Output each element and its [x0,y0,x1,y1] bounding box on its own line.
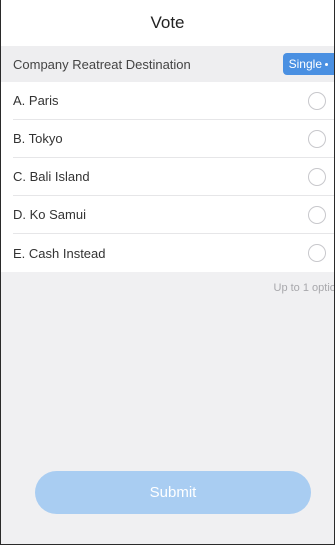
radio-icon[interactable] [308,91,326,110]
page-title: Vote [150,13,185,32]
radio-icon[interactable] [308,167,326,186]
option-item-c[interactable]: C. Bali Island [13,158,334,196]
question-text: Company Reatreat Destination [13,56,191,72]
nav-bar: Vote [1,0,334,46]
option-item-b[interactable]: B. Tokyo [13,120,334,158]
option-item-a[interactable]: A. Paris [13,82,334,120]
option-label: C. Bali Island [13,169,90,184]
radio-icon[interactable] [308,205,326,224]
option-item-d[interactable]: D. Ko Samui [13,196,334,234]
option-list: A. Paris B. Tokyo C. Bali Island D. Ko S… [1,82,334,272]
vote-type-badge: Single [282,53,334,75]
vote-screen: Vote Company Reatreat Destination Single… [0,0,335,545]
badge-dot-icon [325,62,328,66]
option-item-e[interactable]: E. Cash Instead [13,234,334,272]
selection-limit-hint: Up to 1 option [273,282,335,294]
radio-icon[interactable] [308,129,326,148]
radio-icon[interactable] [308,244,326,262]
option-label: A. Paris [13,93,59,108]
option-label: E. Cash Instead [13,245,106,261]
option-label: B. Tokyo [13,131,63,146]
option-label: D. Ko Samui [13,207,86,222]
submit-button[interactable]: Submit [35,471,311,514]
vote-type-label: Single [288,57,322,71]
question-header: Company Reatreat Destination Single [1,46,334,82]
